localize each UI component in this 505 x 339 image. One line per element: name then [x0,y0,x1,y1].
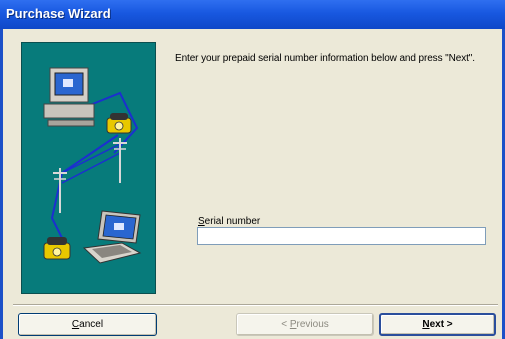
serial-number-label-text: erial number [204,216,261,227]
previous-button-label: revious [296,319,329,330]
cancel-button[interactable]: Cancel [18,313,157,336]
network-cable [61,142,123,174]
laptop-icon [82,210,142,264]
serial-number-label: Serial number [198,216,260,227]
previous-button[interactable]: < Previous [236,313,374,336]
desktop-computer-icon [43,67,95,127]
serial-number-label-accelerator: S [198,216,205,227]
wizard-illustration-panel [21,42,156,294]
network-illustration [43,67,142,264]
purchase-wizard-window: Purchase Wizard Enter your prepaid seria… [0,0,505,339]
telephone-icon [43,237,71,260]
next-button[interactable]: Next > [379,313,496,336]
instruction-text: Enter your prepaid serial number informa… [175,53,475,64]
cancel-button-label: ancel [79,319,104,330]
previous-button-accelerator: P [289,319,297,330]
serial-number-input[interactable] [197,227,486,245]
utility-pole-icon [113,138,127,183]
previous-button-prefix: < [281,319,290,330]
next-button-label: ext > [429,319,453,330]
button-divider [13,304,498,306]
telephone-icon [106,113,132,134]
title-bar[interactable]: Purchase Wizard [0,0,505,29]
next-button-accelerator: N [422,319,430,330]
